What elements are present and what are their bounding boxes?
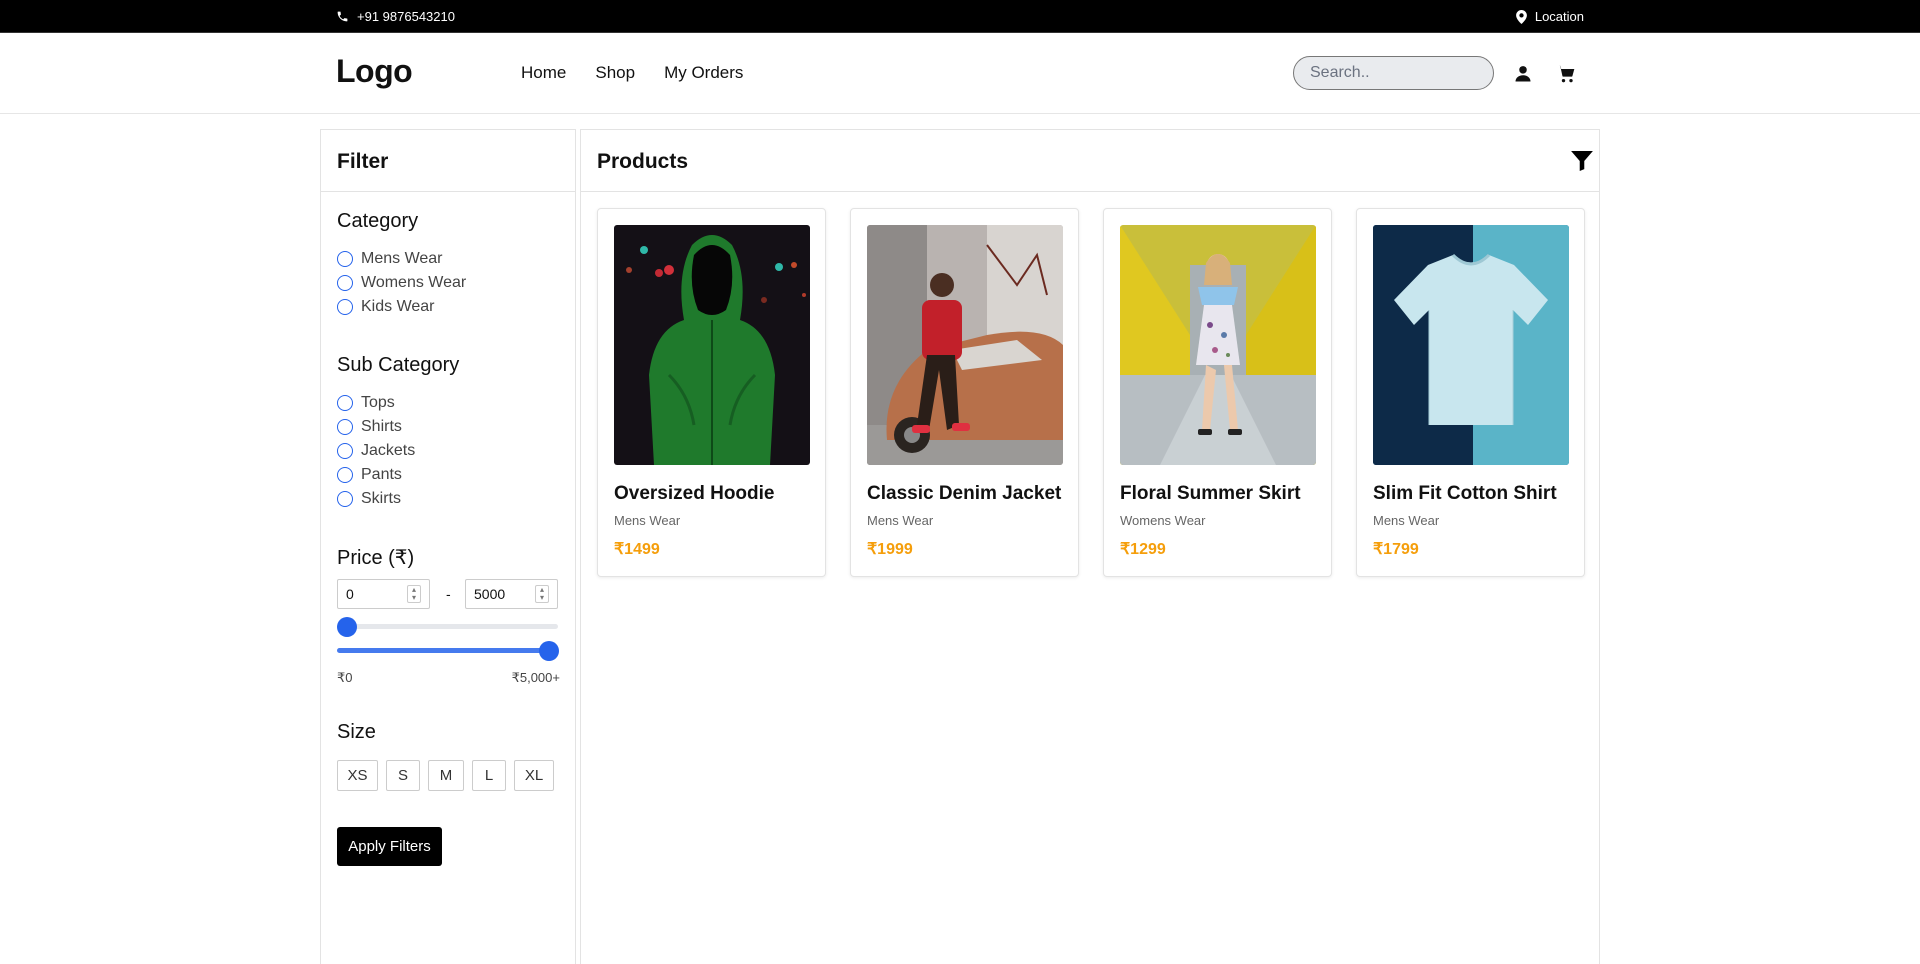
products-title: Products — [597, 150, 689, 173]
category-option-kids[interactable]: Kids Wear — [337, 298, 435, 316]
price-min-slider-track[interactable] — [337, 624, 558, 629]
search-input[interactable] — [1293, 56, 1494, 90]
product-image[interactable] — [1120, 225, 1316, 465]
phone-icon — [337, 11, 348, 22]
phone-number: +91 9876543210 — [357, 9, 455, 24]
size-option-s[interactable]: S — [386, 760, 420, 791]
price-title: Price (₹) — [337, 547, 415, 569]
phone-contact[interactable]: +91 9876543210 — [336, 9, 455, 24]
site-logo[interactable]: Logo — [336, 53, 413, 90]
option-label: Mens Wear — [361, 250, 443, 267]
radio-button[interactable] — [337, 275, 353, 291]
location-pin-icon — [1515, 9, 1527, 24]
option-label: Tops — [361, 394, 395, 411]
stepper-icon[interactable]: ▴ ▾ — [535, 585, 549, 603]
option-label: Skirts — [361, 490, 401, 507]
product-category: Womens Wear — [1120, 513, 1206, 528]
sub-category-title: Sub Category — [337, 354, 460, 376]
product-card[interactable]: Slim Fit Cotton Shirt Mens Wear ₹1799 — [1356, 208, 1585, 577]
nav-home[interactable]: Home — [521, 63, 566, 83]
filter-divider — [321, 191, 575, 192]
product-image[interactable] — [614, 225, 810, 465]
location-link[interactable]: Location — [1515, 9, 1584, 24]
price-min-slider-thumb[interactable] — [337, 617, 357, 637]
product-name[interactable]: Slim Fit Cotton Shirt — [1373, 483, 1557, 505]
products-divider — [581, 191, 1599, 192]
user-icon[interactable] — [1513, 64, 1533, 84]
radio-button[interactable] — [337, 251, 353, 267]
option-label: Pants — [361, 466, 402, 483]
products-panel: Products Oversized Hoodie Mens Wear ₹149… — [580, 129, 1600, 964]
price-max-value: 5000 — [474, 586, 506, 602]
product-card[interactable]: Floral Summer Skirt Womens Wear ₹1299 — [1103, 208, 1332, 577]
product-price: ₹1799 — [1373, 541, 1419, 558]
size-option-xs[interactable]: XS — [337, 760, 378, 791]
price-max-slider-track[interactable] — [337, 648, 558, 653]
radio-button[interactable] — [337, 491, 353, 507]
radio-button[interactable] — [337, 299, 353, 315]
product-card[interactable]: Oversized Hoodie Mens Wear ₹1499 — [597, 208, 826, 577]
top-bar: +91 9876543210 Location — [0, 0, 1920, 33]
product-name[interactable]: Classic Denim Jacket — [867, 483, 1061, 505]
product-price: ₹1299 — [1120, 541, 1166, 558]
nav-my-orders[interactable]: My Orders — [664, 63, 743, 83]
filter-panel: Filter Category Mens Wear Womens Wear Ki… — [320, 129, 576, 964]
product-card[interactable]: Classic Denim Jacket Mens Wear ₹1999 — [850, 208, 1079, 577]
subcategory-option-tops[interactable]: Tops — [337, 394, 395, 412]
category-option-womens[interactable]: Womens Wear — [337, 274, 466, 292]
radio-button[interactable] — [337, 443, 353, 459]
option-label: Womens Wear — [361, 274, 467, 291]
price-range-min-label: ₹0 — [337, 670, 353, 685]
subcategory-option-skirts[interactable]: Skirts — [337, 490, 401, 508]
main-nav: Home Shop My Orders — [521, 63, 743, 83]
size-title: Size — [337, 721, 376, 743]
apply-filters-button[interactable]: Apply Filters — [337, 827, 442, 866]
radio-button[interactable] — [337, 419, 353, 435]
product-category: Mens Wear — [867, 513, 934, 528]
option-label: Kids Wear — [361, 298, 435, 315]
size-option-xl[interactable]: XL — [514, 760, 554, 791]
filter-funnel-icon[interactable] — [1571, 151, 1593, 171]
category-option-mens[interactable]: Mens Wear — [337, 250, 443, 268]
radio-button[interactable] — [337, 395, 353, 411]
category-title: Category — [337, 210, 419, 232]
price-max-input[interactable]: 5000 ▴ ▾ — [465, 579, 558, 609]
product-price: ₹1999 — [867, 541, 913, 558]
size-option-l[interactable]: L — [472, 760, 506, 791]
site-header: Logo Home Shop My Orders — [0, 33, 1920, 114]
product-name[interactable]: Floral Summer Skirt — [1120, 483, 1301, 505]
product-price: ₹1499 — [614, 541, 660, 558]
price-min-value: 0 — [346, 586, 354, 602]
option-label: Shirts — [361, 418, 402, 435]
filter-title: Filter — [337, 150, 389, 173]
subcategory-option-shirts[interactable]: Shirts — [337, 418, 402, 436]
price-max-slider-thumb[interactable] — [539, 641, 559, 661]
price-separator: - — [446, 586, 451, 602]
product-category: Mens Wear — [1373, 513, 1440, 528]
product-image[interactable] — [1373, 225, 1569, 465]
radio-button[interactable] — [337, 467, 353, 483]
product-category: Mens Wear — [614, 513, 681, 528]
price-range-max-label: ₹5,000+ — [511, 670, 560, 685]
cart-icon[interactable] — [1556, 64, 1576, 84]
option-label: Jackets — [361, 442, 416, 459]
location-label: Location — [1534, 9, 1584, 24]
product-image[interactable] — [867, 225, 1063, 465]
subcategory-option-pants[interactable]: Pants — [337, 466, 402, 484]
stepper-icon[interactable]: ▴ ▾ — [407, 585, 421, 603]
size-option-m[interactable]: M — [428, 760, 464, 791]
nav-shop[interactable]: Shop — [595, 63, 635, 83]
product-name[interactable]: Oversized Hoodie — [614, 483, 775, 505]
price-min-input[interactable]: 0 ▴ ▾ — [337, 579, 430, 609]
subcategory-option-jackets[interactable]: Jackets — [337, 442, 415, 460]
